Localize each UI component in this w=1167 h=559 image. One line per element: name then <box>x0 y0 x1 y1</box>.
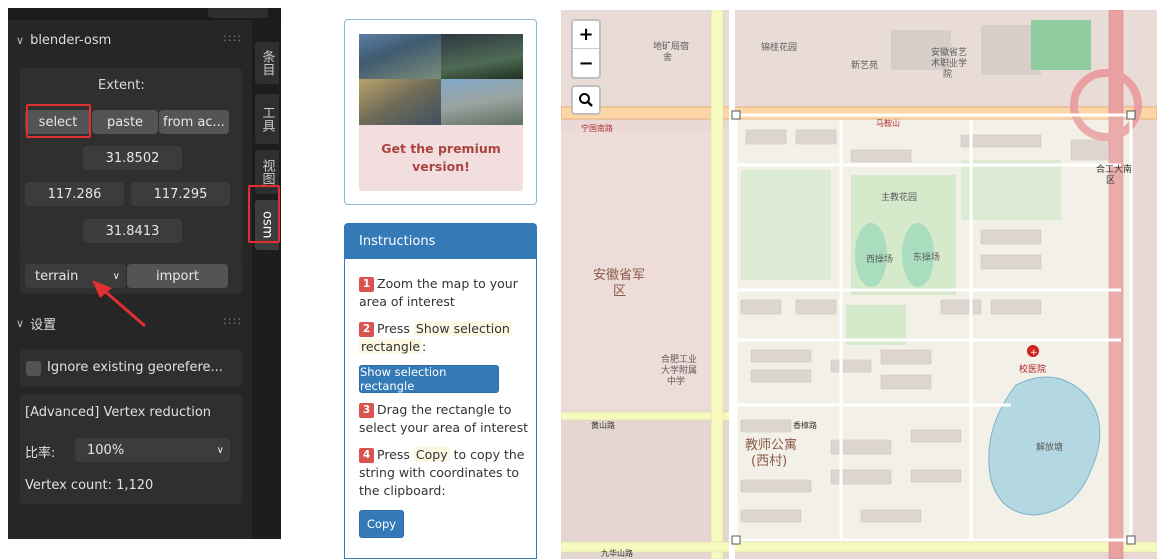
select-button[interactable]: select <box>25 110 91 134</box>
copy-button[interactable]: Copy <box>359 510 404 538</box>
map-label-east-field: 东操场 <box>913 253 941 263</box>
map-label-art-college: 安徽省艺 术职业学院 <box>931 48 968 80</box>
map-label-jingui: 锦桂花园 <box>761 43 798 53</box>
step-text: Zoom the map to your area of interest <box>359 276 518 309</box>
step-number: 3 <box>359 403 374 418</box>
step-text: Press <box>377 447 410 462</box>
map-view[interactable]: + 安徽省军区 教师公寓 (西村) 西操场 东操场 合肥工业 大学附属 中学 黄山路 … <box>561 10 1157 559</box>
ignore-georef-checkbox[interactable] <box>26 361 41 376</box>
highlight-text: rectangle <box>359 339 423 354</box>
map-label-west-field: 西操场 <box>866 255 894 265</box>
step-text: Drag the rectangle to select your area o… <box>359 402 529 435</box>
map-label-zhujiao: 主教花园 <box>881 193 918 203</box>
west-coord-field[interactable]: 117.286 <box>25 182 124 206</box>
svg-text:+: + <box>1030 348 1038 358</box>
map-label-jiuhuashan-road: 九华山路 <box>601 549 633 558</box>
map-label-xinyiyuan: 新艺苑 <box>851 61 879 71</box>
data-type-value: terrain <box>35 268 79 284</box>
step-text: Press <box>377 321 410 336</box>
chevron-down-icon: ∨ <box>16 316 25 330</box>
step-text: : <box>422 339 427 354</box>
zoom-in-button[interactable]: + <box>573 21 599 49</box>
ratio-value: 100% <box>87 442 125 458</box>
map-search-button[interactable] <box>571 85 601 115</box>
step-3: 3 Drag the rectangle to select your area … <box>359 401 529 437</box>
north-coord-field[interactable]: 31.8502 <box>83 146 182 170</box>
map-label-teacher-apartment: 教师公寓 (西村) <box>745 438 798 469</box>
premium-link[interactable]: Get the premium version! <box>359 125 523 191</box>
premium-card: Get the premium version! <box>344 19 537 205</box>
tab-tool[interactable]: 工具 <box>255 94 279 144</box>
premium-text-line1: Get the premium <box>381 141 501 156</box>
ignore-georef-label: Ignore existing georefere... <box>47 360 223 375</box>
import-button[interactable]: import <box>127 264 228 288</box>
panel-header-settings[interactable]: ∨ 设置 :::: <box>16 312 244 334</box>
vertex-count-label: Vertex count: 1,120 <box>25 478 154 493</box>
map-label-hospital: 校医院 <box>1019 365 1047 375</box>
show-selection-rectangle-button[interactable]: Show selection rectangle <box>359 365 499 393</box>
from-active-button[interactable]: from ac... <box>159 110 229 134</box>
map-label-military: 安徽省军区 <box>593 268 646 299</box>
settings-title: 设置 <box>30 317 57 333</box>
blender-sidebar: 条目 工具 视图 osm ∨ blender-osm :::: Extent: … <box>8 8 281 539</box>
city-thumbnail-image[interactable] <box>359 34 523 125</box>
ratio-dropdown[interactable]: 100% ∨ <box>75 438 230 462</box>
chevron-down-icon: ∨ <box>16 33 25 47</box>
tab-view[interactable]: 视图 <box>255 150 279 194</box>
step-2: 2 Press Show selection rectangle: <box>359 320 529 356</box>
zoom-control: + − <box>571 19 601 79</box>
map-label-ningguo-road: 宁国南路 <box>581 124 613 133</box>
tab-osm[interactable]: osm <box>255 200 279 250</box>
premium-text-line2: version! <box>412 159 470 174</box>
drag-handle-icon[interactable]: :::: <box>223 31 242 44</box>
east-coord-field[interactable]: 117.295 <box>131 182 230 206</box>
data-type-dropdown[interactable]: terrain ∨ <box>25 264 126 288</box>
ratio-label: 比率: <box>25 446 56 461</box>
step-number: 2 <box>359 322 374 337</box>
chevron-down-icon: ∨ <box>216 444 224 456</box>
extent-label: Extent: <box>98 78 145 93</box>
tab-item[interactable]: 条目 <box>255 42 279 84</box>
highlight-text: Copy <box>413 447 450 462</box>
paste-button[interactable]: paste <box>92 110 158 134</box>
instructions-title: Instructions <box>345 224 536 259</box>
step-number: 4 <box>359 448 374 463</box>
step-number: 1 <box>359 277 374 292</box>
panel-header-blender-osm[interactable]: ∨ blender-osm :::: <box>16 29 244 51</box>
map-label-geology: 地矿局宿舍 <box>653 42 690 63</box>
highlight-text: Show selection <box>413 321 512 336</box>
chevron-down-icon: ∨ <box>112 270 120 282</box>
map-label-school: 合肥工业 大学附属 中学 <box>661 355 698 387</box>
top-strip <box>8 8 281 20</box>
map-label-jiefang-pond: 解放塘 <box>1036 443 1064 453</box>
south-coord-field[interactable]: 31.8413 <box>83 219 182 243</box>
step-1: 1 Zoom the map to your area of interest <box>359 275 529 311</box>
drag-handle-icon[interactable]: :::: <box>223 314 242 327</box>
map-tiles[interactable]: + <box>561 10 1157 559</box>
sidebar-tabs: 条目 工具 视图 osm <box>252 20 281 539</box>
map-label-xiangzhang-road: 香樟路 <box>793 421 817 430</box>
panel-title: blender-osm <box>30 32 112 48</box>
step-4: 4 Press Copy to copy the string with coor… <box>359 446 529 500</box>
map-label-maanshan: 马鞍山 <box>876 119 900 128</box>
zoom-out-button[interactable]: − <box>573 49 599 77</box>
map-label-south-campus: 合工大南区 <box>1096 165 1133 186</box>
search-icon <box>579 93 593 107</box>
map-label-huangshan-road: 黄山路 <box>591 421 615 430</box>
instructions-panel: Instructions 1 Zoom the map to your area … <box>344 223 537 559</box>
vertex-reduction-label: [Advanced] Vertex reduction <box>25 405 212 420</box>
